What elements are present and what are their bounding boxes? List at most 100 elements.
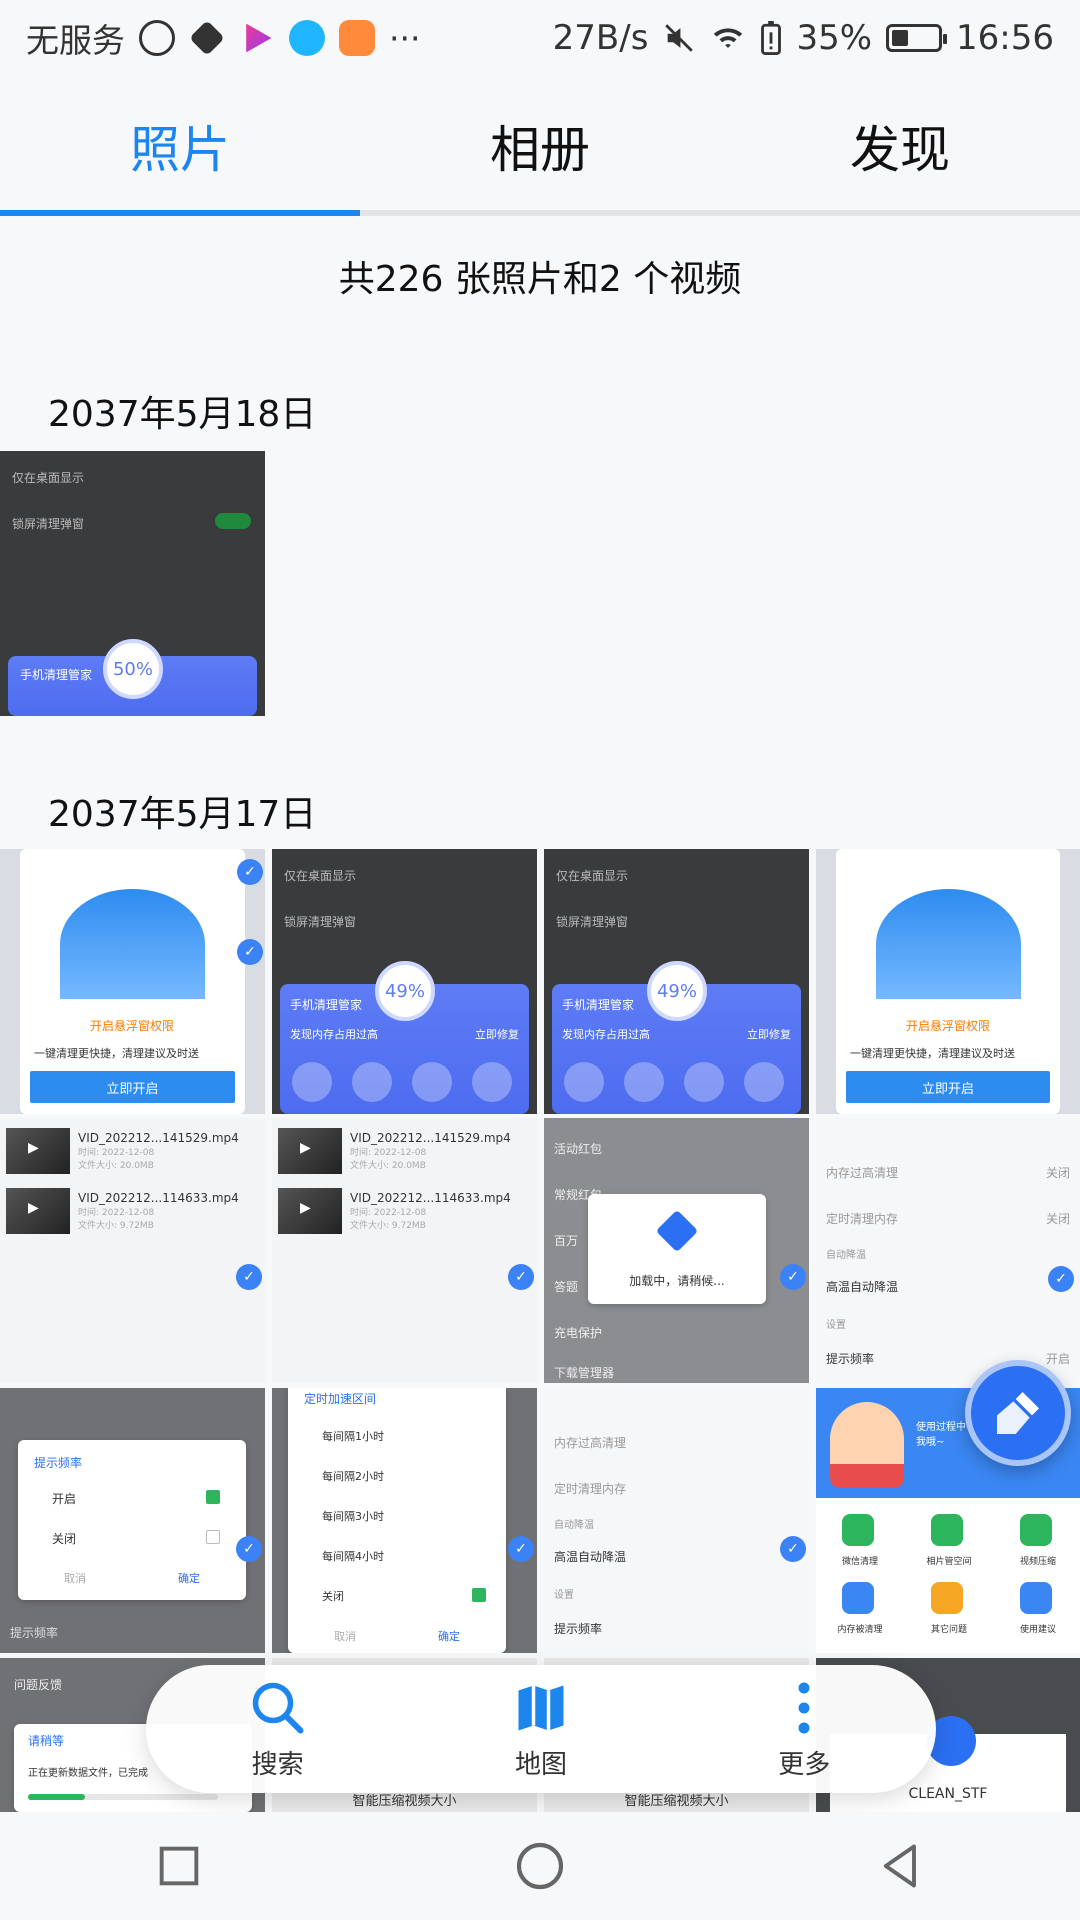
top-tabs: 照片 相册 发现 xyxy=(0,76,1080,216)
memory-clean-icon xyxy=(842,1582,874,1614)
floating-clean-button[interactable] xyxy=(965,1360,1071,1466)
status-bar: 无服务 ··· 27B/s 35% 16:56 xyxy=(0,0,1080,76)
thumb-text: 手机清理管家 xyxy=(290,998,363,1012)
net-speed: 27B/s xyxy=(552,18,649,58)
feature-icon xyxy=(412,1062,452,1102)
thumb-text: 立即开启 xyxy=(30,1071,235,1103)
toggle-shape xyxy=(215,513,251,529)
progress-fill xyxy=(28,1794,85,1800)
clean-badge-icon: ✓ xyxy=(237,939,263,965)
menu-item-text: 活动红包 xyxy=(554,1142,603,1156)
feature-icon xyxy=(472,1062,512,1102)
menu-item-text: 充电保护 xyxy=(554,1326,603,1340)
tab-albums[interactable]: 相册 xyxy=(360,76,720,216)
app-notification-icon xyxy=(189,20,225,56)
photo-thumbnail[interactable]: 定时加速区间 每间隔1小时 每间隔2小时 每间隔3小时 每间隔4小时 关闭 取消… xyxy=(272,1388,537,1653)
wifi-icon xyxy=(714,28,743,48)
dialog-cancel: 取消 xyxy=(334,1630,356,1643)
clean-badge-icon: ✓ xyxy=(780,1536,806,1562)
photo-thumbnail[interactable]: 内存过高清理 定时清理内存 自动降温 高温自动降温 设置 提示频率 ✓ xyxy=(544,1388,809,1653)
photo-thumbnail[interactable]: VID_202212...141529.mp4 时间: 2022-12-08 文… xyxy=(272,1118,537,1383)
video-thumb-icon xyxy=(278,1188,342,1234)
thumb-text: 仅在桌面显示 xyxy=(556,869,629,883)
feature-icon xyxy=(624,1062,664,1102)
setting-row-text: 自动降温 xyxy=(826,1250,866,1261)
thumb-text: 仅在桌面显示 xyxy=(12,471,85,485)
thumb-text: 立即修复 xyxy=(475,1028,519,1041)
thumb-text: 锁屏清理弹窗 xyxy=(556,915,629,929)
photo-thumbnail[interactable]: 仅在桌面显示 锁屏清理弹窗 手机清理管家 50% xyxy=(0,451,265,716)
nav-more[interactable]: 更多 xyxy=(774,1678,834,1781)
video-compress-icon xyxy=(1020,1514,1052,1546)
date-header: 2037年5月18日 xyxy=(48,394,317,435)
broom-icon xyxy=(997,1392,1039,1434)
photo-thumbnail[interactable]: 仅在桌面显示 锁屏清理弹窗 手机清理管家 发现内存占用过高 立即修复 49% xyxy=(544,849,809,1114)
thumb-text: 开启悬浮窗权限 xyxy=(90,1019,175,1033)
setting-row-text: 设置 xyxy=(554,1590,574,1601)
dialog-option: 每间隔2小时 xyxy=(322,1470,384,1483)
dialog-title: 提示频率 xyxy=(34,1456,83,1470)
other-issue-icon xyxy=(931,1582,963,1614)
setting-row-text: 设置 xyxy=(826,1320,846,1331)
thumb-text: 锁屏清理弹窗 xyxy=(12,517,85,531)
bottom-nav: 搜索 地图 更多 xyxy=(146,1665,936,1793)
rocket-illustration xyxy=(60,889,205,999)
broom-icon xyxy=(655,1209,699,1253)
dialog-option: 开启 xyxy=(52,1492,77,1506)
home-icon[interactable] xyxy=(512,1838,568,1894)
video-date: 时间: 2022-12-08 xyxy=(78,1148,155,1158)
nav-search[interactable]: 搜索 xyxy=(248,1678,308,1781)
video-date: 时间: 2022-12-08 xyxy=(350,1148,427,1158)
clean-badge-icon: ✓ xyxy=(508,1264,534,1290)
dialog-option: 关闭 xyxy=(322,1590,344,1603)
thumb-text: 手机清理管家 xyxy=(20,668,93,682)
clock: 16:56 xyxy=(956,18,1054,58)
checkbox-checked-icon xyxy=(206,1490,220,1504)
menu-item-text: 下载管理器 xyxy=(554,1366,615,1380)
photo-thumbnail[interactable]: VID_202212...141529.mp4 时间: 2022-12-08 文… xyxy=(0,1118,265,1383)
thumb-text: 锁屏清理弹窗 xyxy=(284,915,357,929)
photo-thumbnail[interactable]: 开启悬浮窗权限 一键清理更快捷，清理建议及时送 立即开启 xyxy=(816,849,1080,1114)
photo-thumbnail[interactable]: 提示频率 开启 关闭 取消 确定 ✓ 提示频率 xyxy=(0,1388,265,1653)
video-thumb-icon xyxy=(278,1128,342,1174)
video-date: 时间: 2022-12-08 xyxy=(350,1208,427,1218)
photo-thumbnail[interactable]: 仅在桌面显示 锁屏清理弹窗 手机清理管家 发现内存占用过高 立即修复 49% xyxy=(272,849,537,1114)
video-app-icon xyxy=(246,23,272,53)
tab-discover[interactable]: 发现 xyxy=(720,76,1080,216)
photo-thumbnail[interactable]: 活动红包 常规红包 百万 答题 充电保护 下载管理器 加载中，请稍候... ✓ xyxy=(544,1118,809,1383)
dialog-option: 每间隔3小时 xyxy=(322,1510,384,1523)
app-label: 相片管空间 xyxy=(926,1557,972,1567)
feature-icon xyxy=(684,1062,724,1102)
video-name: VID_202212...141529.mp4 xyxy=(350,1131,511,1145)
loading-text: 加载中，请稍候... xyxy=(629,1274,725,1288)
video-size: 文件大小: 9.72MB xyxy=(350,1221,426,1231)
chat-app-icon xyxy=(339,20,375,56)
dialog-cancel: 取消 xyxy=(64,1572,86,1585)
video-date: 时间: 2022-12-08 xyxy=(78,1208,155,1218)
percent-ring: 49% xyxy=(647,961,707,1021)
recents-icon[interactable] xyxy=(153,1840,205,1892)
progress-track xyxy=(28,1794,218,1800)
app-label: 内存被清理 xyxy=(837,1625,883,1635)
interval-dialog: 定时加速区间 每间隔1小时 每间隔2小时 每间隔3小时 每间隔4小时 关闭 取消… xyxy=(288,1388,506,1653)
battery-percent: 35% xyxy=(796,18,873,58)
photo-thumbnail[interactable]: 开启悬浮窗权限 一键清理更快捷，清理建议及时送 立即开启 ✓ ✓ xyxy=(0,849,265,1114)
setting-row-text: 自动降温 xyxy=(554,1520,594,1531)
photo-thumbnail[interactable]: 内存过高清理 关闭 定时清理内存 关闭 自动降温 高温自动降温 设置 提示频率 … xyxy=(816,1118,1080,1383)
more-notifications-icon: ··· xyxy=(389,18,421,58)
nav-map-label: 地图 xyxy=(514,1749,567,1780)
back-icon[interactable] xyxy=(875,1840,927,1892)
tab-photos[interactable]: 照片 xyxy=(0,76,360,216)
app-label: 其它问题 xyxy=(930,1625,967,1635)
clean-badge-icon: ✓ xyxy=(236,1264,262,1290)
browser-app-icon xyxy=(289,20,325,56)
battery-icon xyxy=(886,24,948,52)
thumb-text: 立即开启 xyxy=(846,1071,1050,1103)
nav-map[interactable]: 地图 xyxy=(511,1678,571,1781)
checkbox-icon xyxy=(206,1530,220,1544)
video-row: VID_202212...141529.mp4 时间: 2022-12-08 文… xyxy=(6,1126,259,1176)
video-name: VID_202212...114633.mp4 xyxy=(78,1191,239,1205)
feature-icon xyxy=(352,1062,392,1102)
thumb-text: 一键清理更快捷，清理建议及时送 xyxy=(34,1047,199,1060)
setting-row-text: 高温自动降温 xyxy=(826,1280,899,1294)
